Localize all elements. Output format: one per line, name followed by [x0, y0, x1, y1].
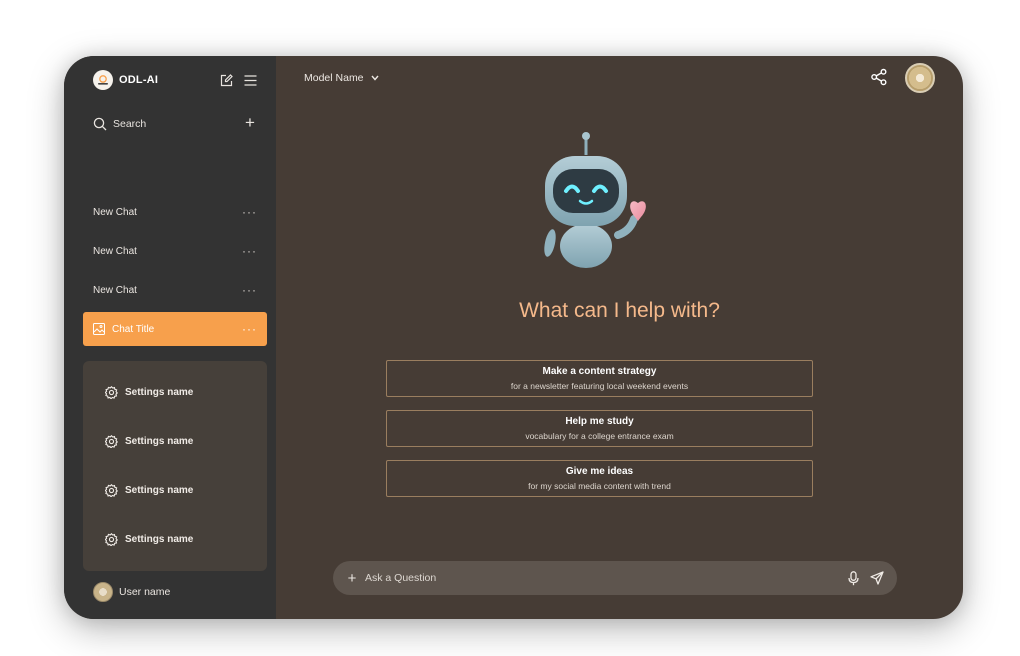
hamburger-icon[interactable] [242, 72, 258, 88]
settings-item[interactable]: Settings name [105, 432, 193, 450]
user-profile[interactable]: User name [93, 582, 170, 602]
settings-label: Settings name [125, 386, 194, 398]
brand[interactable]: ODL-AI [93, 69, 158, 91]
suggestion-card[interactable]: Make a content strategy for a newsletter… [386, 360, 813, 397]
more-options-icon[interactable]: ··· [242, 322, 257, 336]
send-icon[interactable] [869, 570, 885, 586]
user-name: User name [119, 586, 171, 598]
gear-icon [105, 483, 118, 497]
page-headline: What can I help with? [519, 299, 720, 322]
settings-label: Settings name [125, 484, 194, 496]
gear-icon [105, 434, 118, 448]
image-icon [93, 323, 105, 335]
chevron-down-icon [370, 75, 379, 81]
share-icon[interactable] [870, 68, 888, 86]
chat-item[interactable]: New Chat ··· [83, 234, 267, 268]
gear-icon [105, 532, 118, 546]
search-icon [93, 117, 107, 131]
brand-name: ODL-AI [119, 74, 159, 86]
suggestion-title: Help me study [565, 416, 634, 427]
sidebar: ODL-AI Search + New Chat ··· New Chat ··… [64, 56, 276, 619]
chat-item-label: New Chat [93, 284, 137, 296]
model-selector[interactable]: Model Name [304, 70, 379, 86]
app-window: ODL-AI Search + New Chat ··· New Chat ··… [64, 56, 963, 619]
avatar [93, 582, 113, 602]
settings-item[interactable]: Settings name [105, 383, 193, 401]
search-label: Search [113, 118, 147, 130]
more-options-icon[interactable]: ··· [242, 244, 257, 258]
settings-label: Settings name [125, 533, 194, 545]
suggestion-title: Make a content strategy [542, 366, 657, 377]
settings-item[interactable]: Settings name [105, 481, 193, 499]
chat-item[interactable]: New Chat ··· [83, 195, 267, 229]
chat-item[interactable]: New Chat ··· [83, 273, 267, 307]
suggestion-title: Give me ideas [565, 466, 634, 477]
odl-logo-icon [93, 70, 113, 90]
suggestion-subtitle: for a newsletter featuring local weekend… [510, 381, 689, 391]
gear-icon [105, 385, 118, 399]
edit-icon[interactable] [218, 72, 234, 88]
settings-item[interactable]: Settings name [105, 530, 193, 548]
settings-label: Settings name [125, 435, 194, 447]
chat-item-label: New Chat [93, 206, 137, 218]
plus-icon[interactable]: + [241, 114, 259, 132]
more-options-icon[interactable]: ··· [242, 283, 257, 297]
attach-plus-icon[interactable]: + [345, 570, 359, 587]
suggestion-subtitle: vocabulary for a college entrance exam [525, 431, 674, 441]
settings-panel: Settings name Settings name Settings nam… [83, 361, 267, 571]
more-options-icon[interactable]: ··· [242, 205, 257, 219]
mic-icon[interactable] [845, 570, 861, 586]
chat-input-bar: + [333, 561, 897, 595]
suggestion-card[interactable]: Help me study vocabulary for a college e… [386, 410, 813, 447]
model-label: Model Name [304, 72, 364, 84]
suggestion-card[interactable]: Give me ideas for my social media conten… [386, 460, 813, 497]
suggestion-subtitle: for my social media content with trend [528, 481, 671, 491]
avatar[interactable] [905, 63, 935, 93]
chat-item-label: New Chat [93, 245, 137, 257]
chat-item-active[interactable]: Chat Title ··· [83, 312, 267, 346]
chat-item-label: Chat Title [112, 323, 155, 335]
robot-mascot-icon [544, 132, 646, 268]
search-button[interactable]: Search [93, 115, 259, 133]
question-input[interactable] [365, 572, 837, 584]
